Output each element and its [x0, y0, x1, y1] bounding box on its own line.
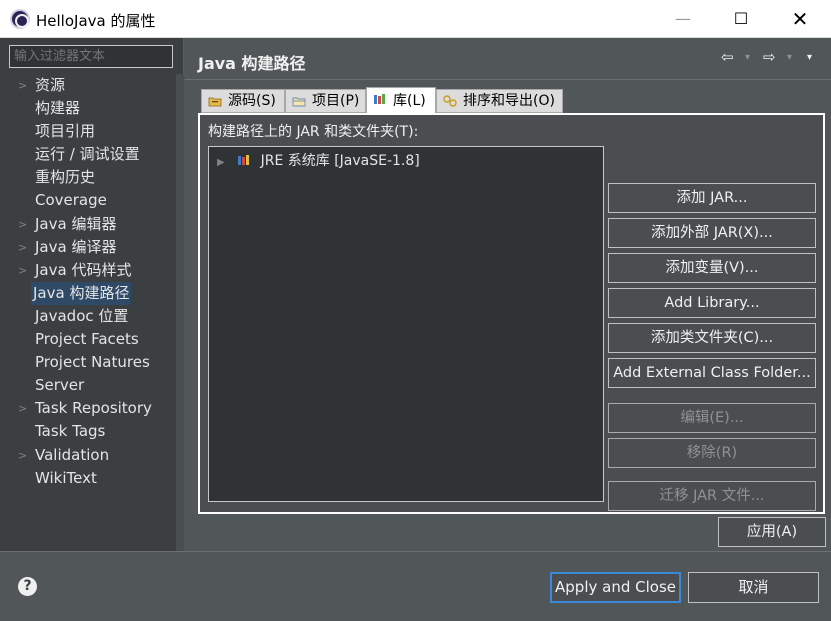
- project-icon: [292, 97, 306, 107]
- property-pages-tree: > 资源构建器项目引用运行 / 调试设置 重构历史 Coverage > Java 编辑器…: [0, 74, 176, 490]
- expand-arrow-icon[interactable]: >: [18, 444, 27, 467]
- add-external-class-folder-button[interactable]: Add External Class Folder...: [608, 358, 816, 388]
- add-jar-button[interactable]: 添加 JAR...: [608, 183, 816, 213]
- page-title: Java 构建路径: [198, 54, 306, 73]
- tab-projects-label: 项目(P): [312, 93, 360, 109]
- jre-system-library-label: JRE 系统库 [JavaSE-1.8]: [260, 153, 420, 169]
- add-library-button[interactable]: Add Library...: [608, 288, 816, 318]
- tab-source[interactable]: 源码(S): [201, 89, 285, 113]
- tree-item-label: 资源: [35, 76, 66, 94]
- expand-arrow-icon[interactable]: >: [18, 397, 27, 420]
- add-variable-button[interactable]: 添加变量(V)...: [608, 253, 816, 283]
- tree-item-label: Validation: [35, 445, 110, 464]
- tree-item-label: 项目引用: [35, 122, 96, 141]
- expand-arrow-icon[interactable]: >: [18, 74, 27, 97]
- edit-button[interactable]: 编辑(E)...: [608, 403, 816, 433]
- tree-item[interactable]: WikiText: [0, 467, 176, 490]
- tree-scrollbar[interactable]: [176, 74, 184, 551]
- property-pages-pane: > 资源构建器项目引用运行 / 调试设置重构历史 Coverage > Java 编辑器…: [0, 38, 184, 551]
- tree-item[interactable]: 重构历史: [0, 166, 176, 189]
- content-pane: Java 构建路径 ⇦ ▾ ⇨ ▾ ▾ 源码(S) 项目(P) 库(L) 排序和…: [185, 38, 831, 551]
- jre-library-icon: [238, 155, 250, 165]
- tree-item[interactable]: > Task Repository: [0, 397, 176, 420]
- add-class-folder-button[interactable]: 添加类文件夹(C)...: [608, 323, 816, 353]
- window-title: HelloJava 的属性: [36, 12, 156, 30]
- maximize-button[interactable]: ☐: [718, 0, 764, 38]
- view-menu-icon[interactable]: ▾: [807, 52, 812, 63]
- forward-dropdown-icon[interactable]: ▾: [787, 52, 792, 63]
- tree-item[interactable]: Java 构建路径: [0, 281, 176, 305]
- library-icon: [374, 94, 385, 104]
- expand-arrow-icon[interactable]: >: [18, 236, 27, 259]
- tree-item[interactable]: Javadoc 位置: [0, 305, 176, 328]
- tree-item-label: Task Repository: [35, 399, 152, 418]
- build-path-tree[interactable]: ▶ JRE 系统库 [JavaSE-1.8]: [208, 146, 604, 502]
- tree-item-label: Project Natures: [35, 353, 150, 372]
- tree-item[interactable]: Project Facets: [0, 328, 176, 351]
- tree-item[interactable]: Project Natures: [0, 351, 176, 374]
- tab-order-export[interactable]: 排序和导出(O): [436, 89, 563, 113]
- tab-source-label: 源码(S): [228, 93, 276, 109]
- remove-button[interactable]: 移除(R): [608, 438, 816, 468]
- expand-arrow-icon[interactable]: ▶: [217, 157, 225, 168]
- tab-projects[interactable]: 项目(P): [285, 89, 366, 113]
- migrate-jar-button[interactable]: 迁移 JAR 文件...: [608, 481, 816, 511]
- tree-item-label: Java 编辑器: [35, 214, 117, 233]
- tab-libraries-label: 库(L): [393, 93, 426, 109]
- expand-arrow-icon[interactable]: >: [18, 259, 27, 282]
- back-dropdown-icon[interactable]: ▾: [745, 52, 750, 63]
- title-separator: [185, 79, 831, 80]
- tree-item-label: 运行 / 调试设置: [35, 145, 140, 164]
- tree-item-label: Project Facets: [35, 330, 139, 349]
- tree-item-label: 构建器: [35, 99, 81, 118]
- tree-item[interactable]: 运行 / 调试设置: [0, 143, 176, 166]
- tree-item-label: Java 代码样式: [35, 260, 132, 279]
- libraries-panel: 构建路径上的 JAR 和类文件夹(T): ▶ JRE 系统库 [JavaSE-1…: [198, 113, 825, 514]
- tree-item[interactable]: > Java 代码样式: [0, 259, 176, 282]
- expand-arrow-icon[interactable]: >: [18, 213, 27, 236]
- tab-order-export-label: 排序和导出(O): [463, 93, 555, 109]
- tree-item-label: Task Tags: [35, 422, 106, 441]
- dialog-footer: ? Apply and Close 取消: [0, 552, 831, 621]
- forward-arrow-icon[interactable]: ⇨: [763, 48, 776, 66]
- tree-item[interactable]: Server: [0, 374, 176, 397]
- tree-item-label: WikiText: [35, 468, 97, 487]
- tree-item-label: Java 构建路径: [31, 281, 132, 305]
- tree-item[interactable]: > Java 编译器: [0, 236, 176, 259]
- tree-item[interactable]: > Java 编辑器: [0, 213, 176, 236]
- close-button[interactable]: ✕: [777, 0, 823, 38]
- order-export-icon: [443, 95, 457, 107]
- minimize-button[interactable]: —: [660, 0, 706, 38]
- tree-item[interactable]: > Validation: [0, 444, 176, 467]
- jar-folders-label: 构建路径上的 JAR 和类文件夹(T):: [208, 124, 419, 140]
- eclipse-app-icon: [10, 9, 30, 29]
- tree-item[interactable]: 构建器: [0, 97, 176, 120]
- source-folder-icon: [208, 97, 222, 107]
- tree-item-label: Java 编译器: [35, 237, 117, 256]
- cancel-button[interactable]: 取消: [688, 572, 819, 603]
- tree-item[interactable]: Coverage: [0, 189, 176, 212]
- apply-and-close-button[interactable]: Apply and Close: [550, 572, 681, 603]
- jre-system-library-node[interactable]: ▶ JRE 系统库 [JavaSE-1.8]: [217, 150, 420, 170]
- tree-item[interactable]: Task Tags: [0, 420, 176, 443]
- apply-button[interactable]: 应用(A): [718, 517, 826, 547]
- back-arrow-icon[interactable]: ⇦: [721, 48, 734, 66]
- tree-item-label: Coverage: [35, 191, 107, 210]
- tree-item[interactable]: > 资源: [0, 74, 176, 97]
- tree-item-label: Javadoc 位置: [35, 306, 129, 325]
- help-icon[interactable]: ?: [18, 577, 37, 596]
- tree-item-label: 重构历史: [35, 168, 96, 187]
- filter-input[interactable]: [9, 45, 173, 68]
- tree-item[interactable]: 项目引用: [0, 120, 176, 143]
- add-external-jar-button[interactable]: 添加外部 JAR(X)...: [608, 218, 816, 248]
- tab-libraries[interactable]: 库(L): [366, 87, 436, 113]
- title-bar: HelloJava 的属性 — ☐ ✕: [0, 0, 831, 38]
- tree-item-label: Server: [35, 376, 85, 395]
